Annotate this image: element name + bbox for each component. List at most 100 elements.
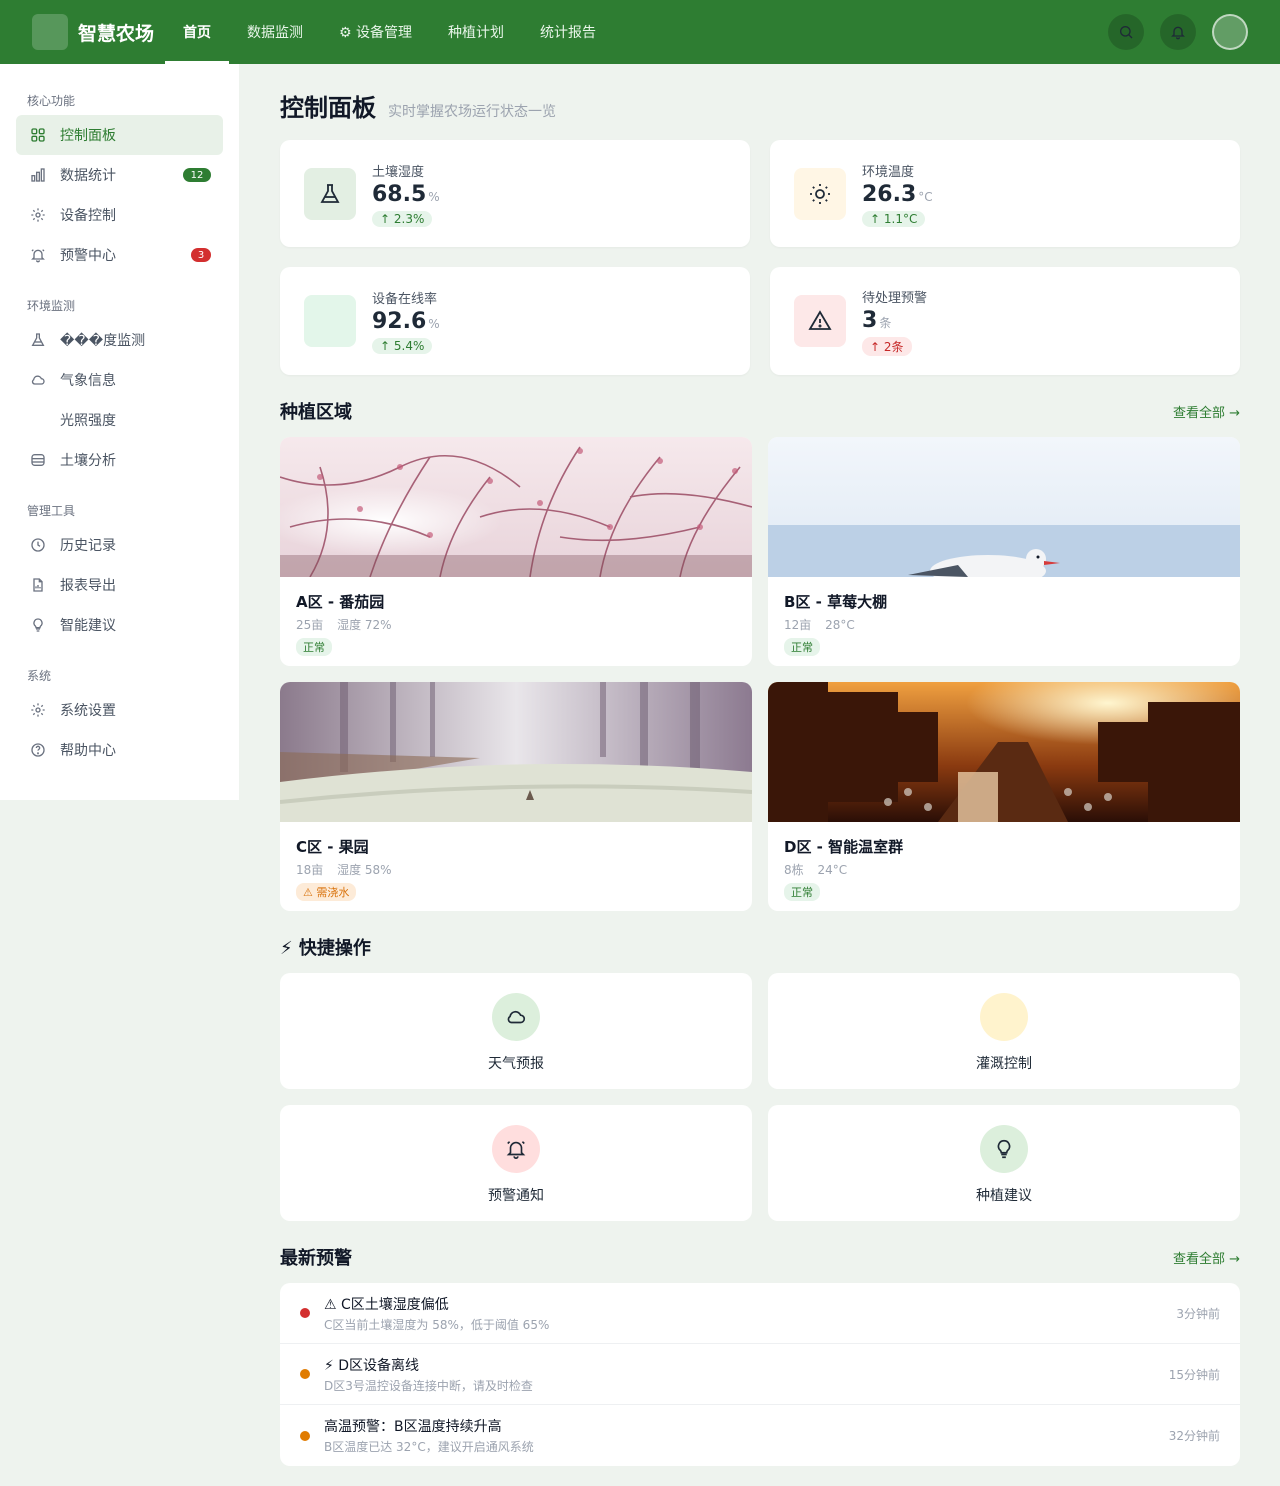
sidebar-item-soil[interactable]: 土壤分析: [16, 440, 223, 480]
alert-item[interactable]: ⚡ D区设备离线 D区3号温控设备连接中断，请及时检查 15分钟前: [280, 1344, 1240, 1405]
top-bar: 智慧农场 首页 数据监测 ⚙ 设备管理 种植计划 统计报告: [0, 0, 1280, 64]
leaf-logo-icon: [32, 14, 68, 50]
stat-icon-box: [304, 295, 356, 347]
view-all-alerts-link[interactable]: 查看全部 →: [1173, 1248, 1240, 1267]
main-nav: 首页 数据监测 ⚙ 设备管理 种植计划 统计报告: [165, 0, 614, 64]
sidebar-item-alerts[interactable]: 预警中心 3: [16, 235, 223, 275]
alert-severity-dot: [300, 1430, 310, 1441]
page-title: 控制面板: [280, 94, 376, 122]
user-avatar[interactable]: [1212, 14, 1248, 50]
sidebar-item-history[interactable]: 历史记录: [16, 525, 223, 565]
stat-icon-box: [794, 167, 846, 220]
stat-unit: 条: [879, 315, 892, 330]
sidebar-item-weather[interactable]: 气象信息: [16, 360, 223, 400]
sidebar-item-label: 帮助中心: [60, 743, 116, 759]
alert-severity-dot: [300, 1369, 310, 1379]
alert-description: B区温度已达 32°C，建议开启通风系统: [324, 1440, 534, 1454]
bar-chart-icon: [30, 167, 46, 183]
tab-planting-plan[interactable]: 种植计划: [430, 0, 522, 64]
zone-name: A区 - 番茄园: [296, 593, 385, 611]
header-actions: [1108, 14, 1248, 50]
tab-data-monitor[interactable]: 数据监测: [229, 0, 321, 64]
sidebar-item-light[interactable]: 光照强度: [16, 400, 223, 440]
sidebar-item-statistics[interactable]: 数据统计 12: [16, 155, 223, 195]
zone-photo-seagull: [768, 437, 1240, 577]
alerts-section-header: 最新预警 查看全部 →: [280, 1245, 1240, 1269]
alarm-bell-icon: [30, 247, 46, 263]
sidebar-item-help[interactable]: 帮助中心: [16, 730, 223, 770]
status-badge: 正常: [784, 883, 820, 901]
settings-icon: [30, 702, 46, 718]
stat-card-device-online[interactable]: 设备在线率 92.6% ↑ 5.4%: [280, 267, 750, 375]
database-icon: [30, 452, 46, 468]
zone-name: B区 - 草莓大棚: [784, 593, 888, 611]
zone-reading: 28°C: [821, 618, 855, 632]
quick-action-label: 灌溉控制: [976, 1056, 1032, 1072]
sidebar-item-export[interactable]: 报表导出: [16, 565, 223, 605]
zone-name: D区 - 智能温室群: [784, 838, 904, 856]
search-icon: [1120, 26, 1133, 39]
quick-actions: 天气预报 灌溉控制 预警通知 种植建议: [280, 973, 1240, 1221]
sidebar-item-humidity[interactable]: ���度监测: [16, 320, 223, 360]
sidebar-item-settings[interactable]: 系统设置: [16, 690, 223, 730]
stat-card-pending-alerts[interactable]: 待处理预警 3条 ↑ 2条: [770, 267, 1240, 375]
quick-action-label: 天气预报: [488, 1056, 544, 1072]
stat-value: 68.5%: [372, 182, 440, 207]
sidebar-item-label: 气象信息: [60, 373, 116, 389]
notifications-button[interactable]: [1160, 14, 1196, 50]
alert-item[interactable]: ⚠ C区土壤湿度偏低 C区当前土壤湿度为 58%，低于阈值 65% 3分钟前: [280, 1283, 1240, 1344]
sidebar: 核心功能 控制面板 数据统计 12 设备控制 预警中心 3 环境监测 ���度监…: [0, 64, 239, 800]
gear-icon: [30, 207, 46, 223]
view-all-zones-link[interactable]: 查看全部 →: [1173, 402, 1240, 421]
lightbulb-icon: [997, 1139, 1011, 1159]
tab-home[interactable]: 首页: [165, 0, 229, 64]
stat-label: 土壤湿度: [372, 164, 425, 180]
lightbulb-icon: [30, 617, 46, 633]
stat-card-soil-humidity[interactable]: 土壤湿度 68.5% ↑ 2.3%: [280, 140, 750, 247]
sidebar-item-label: 光照强度: [60, 413, 116, 429]
sidebar-item-suggestions[interactable]: 智能建议: [16, 605, 223, 645]
stat-number: 3: [862, 307, 878, 333]
zone-area: 18亩: [296, 863, 324, 877]
tab-statistics-report[interactable]: 统计报告: [522, 0, 614, 64]
count-badge: 12: [183, 168, 211, 182]
search-button[interactable]: [1108, 14, 1144, 50]
zone-card-a[interactable]: A区 - 番茄园 25亩 湿度 72% 正常: [280, 437, 752, 666]
alert-severity-dot: [300, 1308, 310, 1318]
stat-card-temperature[interactable]: 环境温度 26.3 °C ↑ 1.1°C: [770, 140, 1240, 247]
stat-trend: ↑ 2.3%: [372, 210, 433, 227]
sidebar-group-tools: 管理工具 历史记录 报表导出 智能建议: [16, 502, 223, 645]
clock-icon: [30, 537, 46, 553]
quick-action-weather[interactable]: 天气预报: [280, 973, 752, 1089]
zone-card-c[interactable]: C区 - 果园 18亩 湿度 58% ⚠ 需浇水: [280, 682, 752, 911]
quick-icon-circle: [980, 1125, 1028, 1173]
zone-area: 25亩: [296, 618, 324, 632]
file-chart-icon: [30, 577, 46, 593]
brand[interactable]: 智慧农场: [32, 14, 165, 50]
zone-card-b[interactable]: B区 - 草莓大棚 12亩 28°C 正常: [768, 437, 1240, 666]
zone-area: 8栋: [784, 863, 804, 877]
light-icon: [30, 412, 46, 428]
sidebar-item-label: 土壤分析: [60, 453, 116, 469]
sidebar-item-label: 历史记录: [60, 538, 116, 554]
stat-value: 3条: [862, 308, 927, 333]
cloud-icon: [30, 372, 46, 388]
sidebar-item-label: 系统设置: [60, 703, 116, 719]
quick-action-irrigation[interactable]: 灌溉控制: [768, 973, 1240, 1089]
sidebar-item-device-control[interactable]: 设备控制: [16, 195, 223, 235]
quick-action-suggestions[interactable]: 种植建议: [768, 1105, 1240, 1221]
quick-action-alerts[interactable]: 预警通知: [280, 1105, 752, 1221]
app-name: 智慧农场: [78, 22, 155, 45]
sidebar-item-dashboard[interactable]: 控制面板: [16, 115, 223, 155]
alert-item[interactable]: 高温预警：B区温度持续升高 B区温度已达 32°C，建议开启通风系统 32分钟前: [280, 1405, 1240, 1466]
stat-number: 92.6: [372, 309, 427, 334]
quick-icon-circle: [492, 1125, 540, 1173]
stat-number: 26.3: [862, 181, 917, 207]
quick-section-header: ⚡ 快捷操作: [280, 935, 1240, 959]
zone-card-d[interactable]: D区 - 智能温室群 8栋 24°C 正常: [768, 682, 1240, 911]
tab-device-management[interactable]: ⚙ 设备管理: [321, 0, 430, 64]
count-badge: 3: [191, 248, 211, 262]
alert-title: ⚡ D区设备离线: [324, 1357, 420, 1374]
alarm-bell-icon: [506, 1141, 526, 1159]
sidebar-item-label: 报表导出: [60, 578, 116, 594]
